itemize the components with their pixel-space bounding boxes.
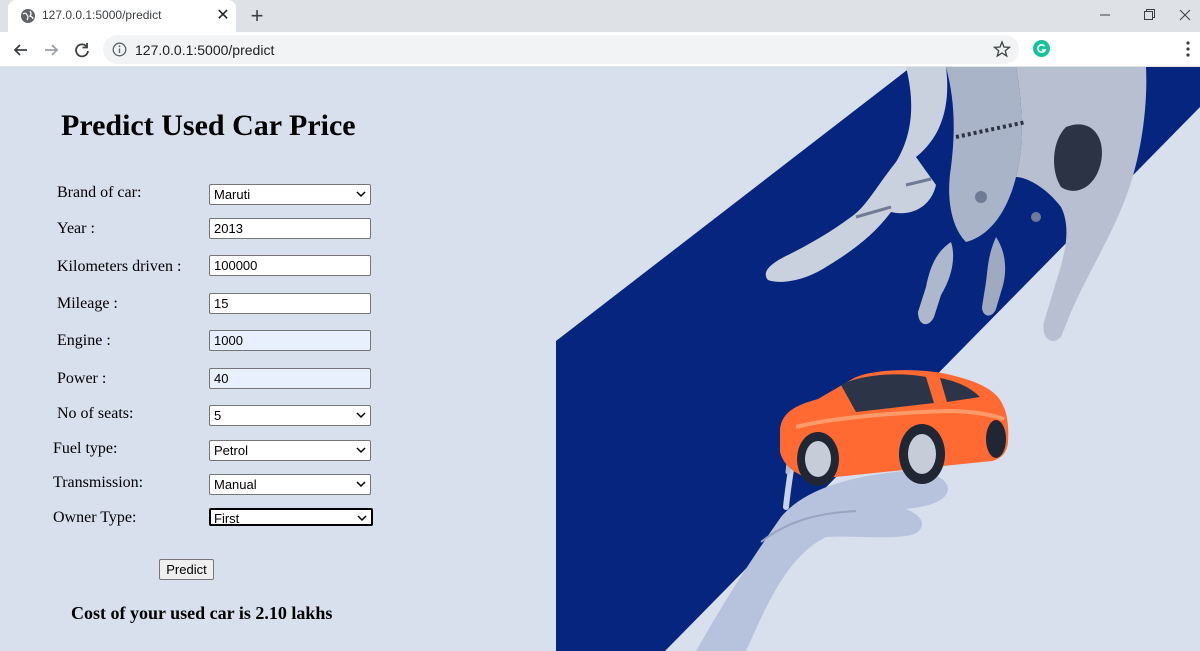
globe-icon — [21, 9, 35, 23]
tab-strip: 127.0.0.1:5000/predict ✕ + — [0, 0, 1200, 32]
fuel-value: Petrol — [214, 443, 248, 458]
close-icon[interactable]: ✕ — [214, 7, 232, 25]
page-content: Predict Used Car Price Brand of car: Mar… — [0, 67, 1200, 651]
chevron-down-icon — [356, 481, 366, 488]
kilometers-value: 100000 — [214, 258, 258, 273]
fuel-label: Fuel type: — [53, 440, 118, 457]
seats-select[interactable]: 5 — [209, 405, 371, 426]
mileage-label: Mileage : — [57, 295, 118, 312]
power-input[interactable]: 40 — [209, 368, 371, 389]
browser-tab[interactable]: 127.0.0.1:5000/predict ✕ — [8, 0, 236, 32]
transmission-value: Manual — [214, 477, 257, 492]
chevron-down-icon — [356, 412, 366, 419]
brand-select[interactable]: Maruti — [209, 184, 371, 205]
grammarly-icon[interactable] — [1033, 40, 1050, 57]
prediction-result: Cost of your used car is 2.10 lakhs — [71, 603, 333, 623]
menu-icon[interactable] — [1184, 40, 1192, 58]
engine-label: Engine : — [57, 332, 111, 349]
plus-icon[interactable]: + — [246, 5, 268, 27]
engine-value: 1000 — [214, 333, 243, 348]
transmission-label: Transmission: — [53, 474, 144, 491]
forward-icon[interactable] — [40, 39, 62, 61]
chevron-down-icon — [356, 447, 366, 454]
page-title: Predict Used Car Price — [61, 109, 356, 142]
engine-input[interactable]: 1000 — [209, 330, 371, 351]
browser-toolbar: 127.0.0.1:5000/predict — [0, 32, 1200, 67]
close-window-icon[interactable] — [1170, 4, 1200, 26]
chevron-down-icon — [357, 515, 367, 522]
kilometers-input[interactable]: 100000 — [209, 255, 371, 276]
info-icon[interactable] — [112, 42, 127, 57]
restore-icon[interactable] — [1134, 4, 1164, 26]
kilometers-label: Kilometers driven : — [57, 258, 182, 275]
mileage-input[interactable]: 15 — [209, 293, 371, 314]
owner-value: First — [214, 511, 240, 526]
power-value: 40 — [214, 371, 229, 386]
year-label: Year : — [57, 220, 95, 237]
minimize-icon[interactable] — [1090, 4, 1120, 26]
year-value: 2013 — [214, 221, 243, 236]
back-icon[interactable] — [10, 39, 32, 61]
predict-button[interactable]: Predict — [159, 559, 214, 580]
fuel-select[interactable]: Petrol — [209, 440, 371, 461]
seats-value: 5 — [214, 408, 222, 423]
year-input[interactable]: 2013 — [209, 218, 371, 239]
power-label: Power : — [57, 370, 107, 387]
chevron-down-icon — [356, 191, 366, 198]
brand-value: Maruti — [214, 187, 251, 202]
tab-title: 127.0.0.1:5000/predict — [42, 8, 162, 22]
address-bar[interactable]: 127.0.0.1:5000/predict — [103, 35, 1019, 64]
star-icon[interactable] — [993, 40, 1011, 58]
reload-icon[interactable] — [71, 39, 93, 61]
seats-label: No of seats: — [57, 405, 134, 422]
owner-select[interactable]: First — [209, 508, 373, 526]
url-text[interactable]: 127.0.0.1:5000/predict — [135, 42, 274, 58]
mileage-value: 15 — [214, 296, 229, 311]
brand-label: Brand of car: — [57, 184, 142, 201]
owner-label: Owner Type: — [53, 509, 137, 526]
transmission-select[interactable]: Manual — [209, 474, 371, 495]
robot-hand-car-illustration — [556, 67, 1200, 651]
